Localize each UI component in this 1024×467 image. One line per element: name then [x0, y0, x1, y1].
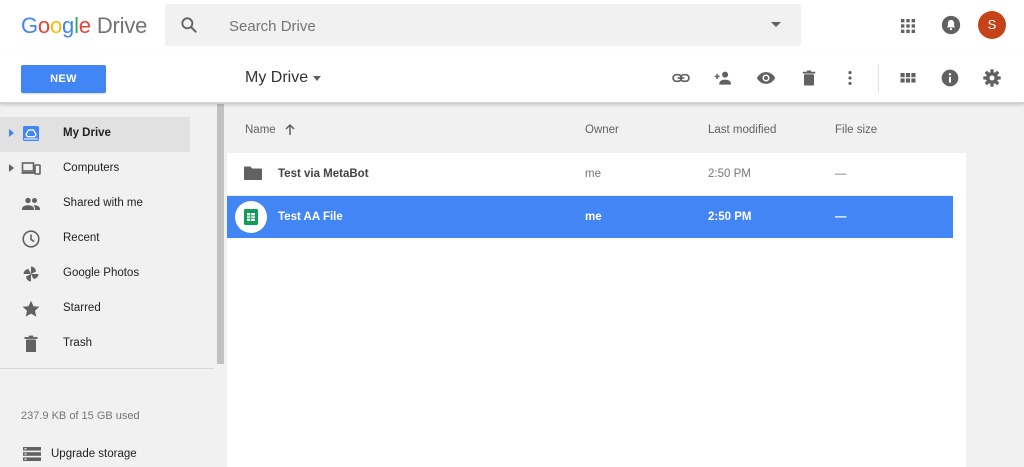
logo-letter: e: [78, 13, 91, 38]
add-person-icon[interactable]: [713, 68, 733, 88]
action-toolbar: NEW My Drive: [0, 52, 1024, 103]
column-header-name[interactable]: Name: [245, 124, 276, 136]
location-title[interactable]: My Drive: [245, 69, 308, 87]
sidebar-item-label: Shared with me: [63, 197, 143, 209]
link-icon[interactable]: [671, 68, 691, 88]
file-owner: me: [585, 168, 601, 180]
folder-icon: [244, 166, 262, 180]
sort-arrow-up-icon[interactable]: [283, 123, 297, 137]
sidebar-item-recent[interactable]: Recent: [0, 222, 190, 257]
info-icon[interactable]: [940, 68, 960, 88]
google-sheets-icon: [244, 209, 258, 225]
sidebar-item-shared-with-me[interactable]: Shared with me: [0, 187, 190, 222]
clock-icon: [22, 230, 40, 248]
sidebar-item-computers[interactable]: Computers: [0, 152, 190, 187]
logo-product-name: Drive: [96, 13, 148, 38]
logo-letter: o: [37, 13, 50, 38]
table-row-selected[interactable]: Test AA File me 2:50 PM —: [227, 196, 953, 238]
preview-eye-icon[interactable]: [756, 68, 776, 88]
sidebar-item-my-drive[interactable]: My Drive: [0, 117, 190, 152]
file-last-modified: 2:50 PM: [708, 168, 751, 180]
location-menu-caret-icon[interactable]: [313, 76, 321, 81]
file-size: —: [835, 168, 847, 180]
settings-gear-icon[interactable]: [982, 68, 1002, 88]
file-icon-badge: [235, 201, 267, 233]
search-options-caret-icon[interactable]: [771, 22, 781, 27]
search-box[interactable]: [165, 4, 801, 48]
notifications-bell-icon[interactable]: [940, 14, 962, 36]
storage-stack-icon: [23, 447, 41, 461]
sidebar-item-google-photos[interactable]: Google Photos: [0, 257, 190, 292]
sidebar-item-label: Recent: [63, 232, 100, 244]
sidebar-item-label: Google Photos: [63, 267, 140, 279]
sidebar-item-label: My Drive: [63, 127, 111, 139]
new-button[interactable]: NEW: [21, 65, 106, 93]
my-drive-icon: [23, 126, 39, 141]
sidebar-scrollbar-thumb[interactable]: [217, 104, 224, 364]
sidebar-item-starred[interactable]: Starred: [0, 292, 190, 327]
upgrade-storage-link[interactable]: Upgrade storage: [0, 440, 214, 467]
column-header-last-modified[interactable]: Last modified: [708, 124, 776, 136]
google-drive-logo[interactable]: Google Drive: [21, 13, 147, 39]
sidebar-item-trash[interactable]: Trash: [0, 327, 190, 362]
search-input[interactable]: [227, 4, 751, 48]
logo-letter: o: [49, 13, 63, 38]
file-owner: me: [585, 211, 602, 223]
account-avatar[interactable]: S: [978, 11, 1006, 39]
computers-icon: [21, 162, 41, 175]
toolbar-divider: [878, 64, 879, 92]
grid-view-icon[interactable]: [898, 68, 918, 88]
search-icon[interactable]: [179, 15, 199, 35]
logo-letter: G: [21, 13, 38, 38]
sidebar-item-label: Trash: [63, 337, 92, 349]
logo-letter: g: [62, 13, 75, 38]
expand-arrow-icon[interactable]: [9, 129, 14, 137]
sidebar-divider: [0, 368, 214, 369]
pinwheel-icon: [23, 266, 39, 282]
column-header-owner: Owner: [585, 124, 619, 136]
expand-arrow-icon[interactable]: [9, 164, 14, 172]
upgrade-storage-label: Upgrade storage: [51, 448, 137, 460]
trash-icon: [24, 335, 38, 352]
top-bar: Google Drive S: [0, 0, 1024, 52]
file-name: Test AA File: [278, 211, 343, 223]
more-vert-icon[interactable]: [840, 68, 860, 88]
sidebar-item-label: Starred: [63, 302, 101, 314]
file-size: —: [835, 211, 847, 223]
people-icon: [22, 197, 40, 210]
sidebar-item-label: Computers: [63, 162, 120, 174]
file-last-modified: 2:50 PM: [708, 211, 752, 223]
star-icon: [22, 300, 40, 317]
table-row[interactable]: Test via MetaBot me 2:50 PM —: [227, 153, 953, 195]
trash-icon[interactable]: [799, 68, 819, 88]
file-name: Test via MetaBot: [278, 168, 369, 180]
column-header-file-size: File size: [835, 124, 878, 136]
apps-grid-icon[interactable]: [900, 18, 916, 34]
storage-usage-text: 237.9 KB of 15 GB used: [21, 410, 140, 422]
